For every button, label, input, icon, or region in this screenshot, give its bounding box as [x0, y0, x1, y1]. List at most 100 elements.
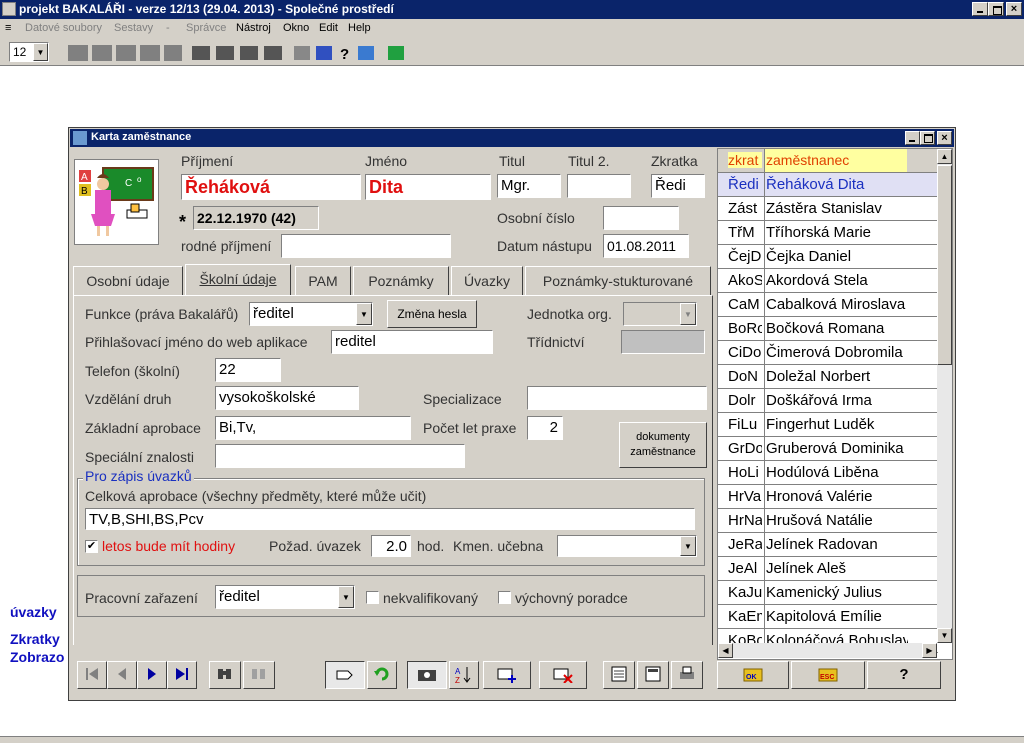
table-row[interactable]: DoN Doležal Norbert	[718, 365, 938, 389]
grid-col-zamestnanec[interactable]: zaměstnanec	[764, 149, 907, 172]
grid-vscrollbar[interactable]: ▲ ▼	[937, 149, 952, 643]
karta-minimize-button[interactable]	[905, 131, 920, 145]
minimize-button[interactable]	[972, 2, 988, 16]
help-button[interactable]: ?	[867, 661, 941, 689]
table-row[interactable]: Ředi Řeháková Dita	[718, 173, 938, 197]
grid-col-zkratka[interactable]: zkrat	[728, 152, 762, 168]
nekval-checkbox[interactable]	[366, 591, 379, 604]
login-label: Přihlašovací jméno do web aplikace	[85, 334, 308, 350]
tab-poznamky-strukturovane[interactable]: Poznámky-stukturované	[525, 266, 711, 296]
next-record-button[interactable]	[137, 661, 167, 689]
tab-poznamky[interactable]: Poznámky	[353, 266, 449, 296]
table-row[interactable]: FiLu Fingerhut Luděk	[718, 413, 938, 437]
menu-datove-soubory[interactable]: Datové soubory	[25, 22, 102, 34]
table-row[interactable]: JeAl Jelínek Aleš	[718, 557, 938, 581]
titul-field[interactable]: Mgr.	[497, 174, 561, 198]
tab-pam[interactable]: PAM	[295, 266, 351, 296]
table-row[interactable]: Zást Zástěra Stanislav	[718, 197, 938, 221]
titul2-field[interactable]	[567, 174, 631, 198]
table-row[interactable]: HrVa Hronová Valérie	[718, 485, 938, 509]
tab-skolni-udaje[interactable]: Školní údaje	[185, 264, 291, 296]
karta-close-button[interactable]: ×	[937, 131, 952, 145]
list-button[interactable]	[603, 661, 635, 689]
menu-edit[interactable]: Edit	[319, 22, 338, 34]
table-row[interactable]: HoLi Hodúlová Liběna	[718, 461, 938, 485]
menu-sestavy[interactable]: Sestavy	[114, 22, 153, 34]
table-row[interactable]: GrDo Gruberová Dominika	[718, 437, 938, 461]
jednotka-select[interactable]: ▼	[623, 302, 697, 326]
table-row[interactable]: BoRo Bočková Romana	[718, 317, 938, 341]
login-field[interactable]: reditel	[331, 330, 493, 354]
search-button[interactable]	[209, 661, 241, 689]
zkratka-field[interactable]: Ředi	[651, 174, 705, 198]
scroll-right-button[interactable]: ▶	[922, 643, 937, 658]
scroll-down-button[interactable]: ▼	[937, 628, 952, 643]
celkova-field[interactable]: TV,B,SHI,BS,Pcv	[85, 508, 695, 530]
menu-nastroj[interactable]: Nástroj	[236, 22, 271, 34]
svg-text:Z: Z	[455, 676, 460, 685]
app-icon	[2, 2, 16, 16]
table-row[interactable]: ČejD Čejka Daniel	[718, 245, 938, 269]
employee-photo: C o A B	[74, 159, 159, 245]
letos-checkbox[interactable]: ✔	[85, 540, 98, 553]
telefon-label: Telefon (školní)	[85, 363, 180, 379]
delete-record-button[interactable]	[539, 661, 587, 689]
table-row[interactable]: JeRa Jelínek Radovan	[718, 533, 938, 557]
photo-button[interactable]	[407, 661, 447, 689]
close-button[interactable]: ×	[1006, 2, 1022, 16]
grid-hscrollbar[interactable]: ◀ ▶	[718, 643, 937, 658]
uvazek-field[interactable]: 2.0	[371, 535, 411, 557]
telefon-field[interactable]: 22	[215, 358, 281, 382]
ucebna-select[interactable]: ▼	[557, 535, 697, 557]
jmeno-field[interactable]: Dita	[365, 174, 491, 200]
report-button[interactable]	[637, 661, 669, 689]
dokumenty-button[interactable]: dokumenty zaměstnance	[619, 422, 707, 468]
table-row[interactable]: TřM Tříhorská Marie	[718, 221, 938, 245]
prev-record-button[interactable]	[107, 661, 137, 689]
znalosti-field[interactable]	[215, 444, 465, 468]
menu-handle-icon[interactable]: ≡	[5, 22, 11, 34]
menu-help[interactable]: Help	[348, 22, 371, 34]
osobni-cislo-field[interactable]	[603, 206, 679, 230]
vzdelani-field[interactable]: vysokoškolské	[215, 386, 359, 410]
table-row[interactable]: CiDo Čimerová Dobromila	[718, 341, 938, 365]
zarazeni-select[interactable]: ředitel ▼	[215, 585, 355, 609]
scroll-left-button[interactable]: ◀	[718, 643, 733, 658]
edit-mode-button[interactable]	[325, 661, 365, 689]
scroll-thumb[interactable]	[937, 165, 952, 365]
sort-button[interactable]: AZ	[449, 661, 479, 689]
table-row[interactable]: HrNa Hrušová Natálie	[718, 509, 938, 533]
tab-osobni-udaje[interactable]: Osobní údaje	[73, 266, 183, 296]
last-record-button[interactable]	[167, 661, 197, 689]
table-row[interactable]: Dolr Doškářová Irma	[718, 389, 938, 413]
zmena-hesla-button[interactable]: Změna hesla	[387, 300, 477, 328]
funkce-select[interactable]: ředitel ▼	[249, 302, 373, 326]
undo-button[interactable]	[367, 661, 397, 689]
poradce-checkbox[interactable]	[498, 591, 511, 604]
svg-text:B: B	[81, 186, 88, 197]
datum-nastupu-field[interactable]: 01.08.2011	[603, 234, 689, 258]
table-row[interactable]: CaM Cabalková Miroslava	[718, 293, 938, 317]
esc-button[interactable]: ESC	[791, 661, 865, 689]
print-button[interactable]	[671, 661, 703, 689]
specializace-field[interactable]	[527, 386, 707, 410]
karta-maximize-button[interactable]	[920, 131, 935, 145]
menu-okno[interactable]: Okno	[283, 22, 309, 34]
table-row[interactable]: KaJu Kamenický Julius	[718, 581, 938, 605]
tab-uvazky[interactable]: Úvazky	[451, 266, 523, 296]
ok-button[interactable]: OK	[717, 661, 789, 689]
prijmeni-field[interactable]: Řeháková	[181, 174, 361, 200]
zoom-select[interactable]: 12 ▼	[9, 42, 49, 62]
pocet-let-field[interactable]: 2	[527, 416, 563, 440]
aprobace-field[interactable]: Bi,Tv,	[215, 416, 411, 440]
search-next-button[interactable]	[243, 661, 275, 689]
menu-spravce[interactable]: Správce	[186, 22, 226, 34]
scroll-up-button[interactable]: ▲	[937, 149, 952, 164]
add-record-button[interactable]	[483, 661, 531, 689]
bg-zkratky: Zkratky	[10, 631, 60, 647]
restore-button[interactable]	[988, 2, 1004, 16]
first-record-button[interactable]	[77, 661, 107, 689]
table-row[interactable]: AkoS Akordová Stela	[718, 269, 938, 293]
rodne-prijmeni-field[interactable]	[281, 234, 451, 258]
table-row[interactable]: KaEmKapitolová Emílie	[718, 605, 938, 629]
